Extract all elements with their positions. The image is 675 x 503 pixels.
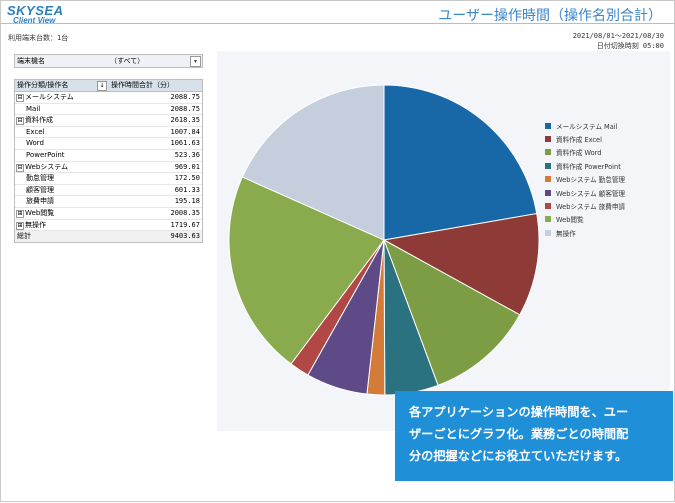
legend-swatch bbox=[545, 149, 551, 156]
legend-item: Web閲覧 bbox=[545, 213, 625, 226]
legend-label: 資料作成 Word bbox=[556, 149, 602, 158]
legend-item: 資料作成 Excel bbox=[545, 132, 625, 145]
legend-swatch bbox=[545, 136, 551, 143]
legend-item: 資料作成 Word bbox=[545, 146, 625, 159]
legend-item: Webシステム 旅費申請 bbox=[545, 199, 625, 212]
legend-label: Webシステム 旅費申請 bbox=[556, 203, 626, 212]
chart-legend: メールシステム Mail 資料作成 Excel 資料作成 Word 資料作成 Powe… bbox=[545, 119, 625, 240]
callout-line: ザーごとにグラフ化。業務ごとの時間配 bbox=[409, 427, 629, 441]
report-window: SKYSEA Client View ユーザー操作時間（操作名別合計） 利用端末… bbox=[0, 0, 675, 502]
legend-label: 資料作成 Excel bbox=[556, 136, 602, 145]
callout-line: 各アプリケーションの操作時間を、ユー bbox=[409, 405, 629, 419]
legend-label: Web閲覧 bbox=[556, 216, 584, 225]
legend-swatch bbox=[545, 229, 551, 236]
legend-swatch bbox=[545, 203, 551, 210]
pie-slice bbox=[383, 84, 538, 241]
legend-item: 資料作成 PowerPoint bbox=[545, 159, 625, 172]
legend-label: 資料作成 PowerPoint bbox=[556, 162, 621, 171]
legend-label: Webシステム 顧客管理 bbox=[556, 189, 626, 198]
legend-item: メールシステム Mail bbox=[545, 119, 625, 132]
legend-label: 無操作 bbox=[556, 229, 576, 238]
feature-callout: 各アプリケーションの操作時間を、ユー ザーごとにグラフ化。業務ごとの時間配 分の… bbox=[395, 391, 673, 481]
legend-swatch bbox=[545, 176, 551, 183]
legend-label: Webシステム 勤怠管理 bbox=[556, 176, 626, 185]
legend-swatch bbox=[545, 216, 551, 223]
legend-item: 無操作 bbox=[545, 226, 625, 239]
legend-swatch bbox=[545, 189, 551, 196]
legend-swatch bbox=[545, 122, 551, 129]
legend-item: Webシステム 勤怠管理 bbox=[545, 173, 625, 186]
callout-line: 分の把握などにお役立ていただけます。 bbox=[409, 449, 628, 463]
legend-swatch bbox=[545, 162, 551, 169]
legend-label: メールシステム Mail bbox=[556, 122, 618, 131]
legend-item: Webシステム 顧客管理 bbox=[545, 186, 625, 199]
